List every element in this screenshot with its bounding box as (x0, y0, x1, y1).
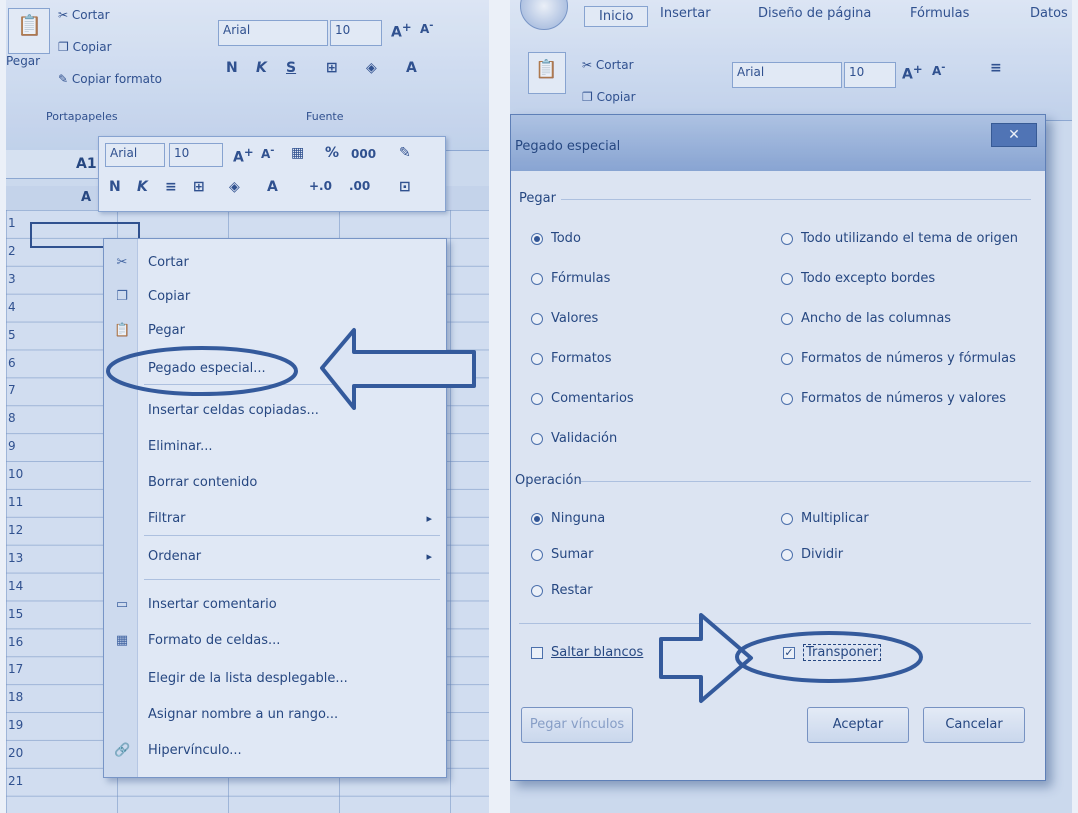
paste-button-right[interactable]: 📋 (528, 52, 566, 94)
shrink-font-button-right[interactable]: A- (932, 62, 945, 78)
tab-insertar[interactable]: Insertar (660, 6, 711, 21)
tab-diseodepgina[interactable]: Diseño de página (758, 6, 871, 21)
arrow-pointing-left (320, 328, 476, 410)
grow-font-button-right[interactable]: A+ (902, 62, 923, 83)
left-annotations (106, 328, 476, 410)
tab-inicio[interactable]: Inicio (584, 6, 649, 27)
font-size-dropdown-right[interactable]: 10 (844, 62, 896, 88)
screenshot-frame: 📋 Pegar ✂ Cortar ❐ Copiar ✎ Copiar forma… (0, 0, 1078, 813)
dialog-annotations (659, 613, 923, 703)
tab-datos[interactable]: Datos (1030, 6, 1068, 21)
align-top-button[interactable]: ≡ (990, 60, 1002, 76)
paste-special-dialog: Pegado especial ✕ Pegar Todo Fórmulas Valo… (510, 114, 1046, 781)
tab-frmulas[interactable]: Fórmulas (910, 6, 969, 21)
highlight-ellipse-pegado-especial (106, 346, 298, 396)
cut-button-right[interactable]: ✂ Cortar (582, 58, 634, 72)
ribbon-right: Inicio Insertar Diseño de página Fórmulas Da… (510, 0, 1072, 121)
paste-special-dialog-screenshot: Inicio Insertar Diseño de página Fórmulas Da… (510, 0, 1072, 813)
clipboard-icon: 📋 (535, 59, 558, 80)
office-button[interactable] (520, 0, 568, 30)
scissors-icon: ✂ (582, 58, 596, 72)
copy-button-right[interactable]: ❐ Copiar (582, 90, 636, 104)
copy-icon: ❐ (582, 90, 597, 104)
excel-context-menu-screenshot: 📋 Pegar ✂ Cortar ❐ Copiar ✎ Copiar forma… (6, 0, 489, 813)
highlight-ellipse-transponer (735, 631, 923, 683)
font-name-dropdown-right[interactable]: Arial (732, 62, 842, 88)
